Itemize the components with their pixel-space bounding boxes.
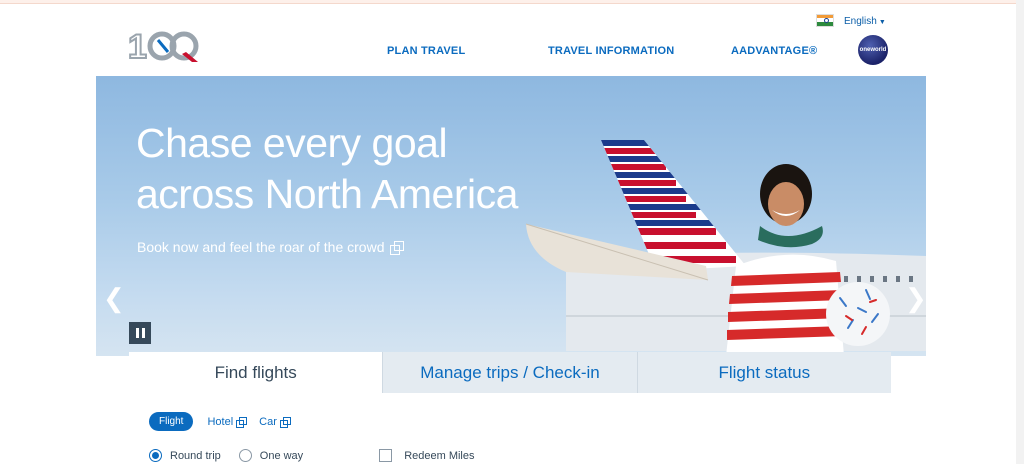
page-scrollbar[interactable]	[1016, 0, 1024, 464]
booking-widget: Find flights Manage trips / Check-in Fli…	[129, 352, 891, 464]
external-link-icon	[390, 241, 405, 255]
carousel-prev-icon[interactable]: ❮	[103, 283, 125, 314]
booking-type-selector: Flight Hotel Car	[149, 412, 291, 431]
tab-manage-trips[interactable]: Manage trips / Check-in	[382, 352, 637, 393]
one-way-option[interactable]: One way	[238, 449, 303, 462]
language-selector[interactable]: English ▼	[816, 11, 886, 29]
round-trip-label[interactable]: Round trip	[170, 450, 221, 462]
trip-options: Round trip One way Redeem Miles	[149, 449, 475, 462]
top-border	[0, 0, 1024, 4]
redeem-miles-checkbox[interactable]	[379, 449, 393, 462]
one-way-radio[interactable]	[238, 449, 252, 462]
oneworld-logo[interactable]: oneworld	[858, 35, 888, 65]
caret-down-icon: ▼	[878, 19, 886, 26]
external-link-icon	[279, 417, 291, 428]
hero-headline-line1: Chase every goal	[136, 120, 448, 166]
round-trip-option[interactable]: Round trip	[149, 449, 221, 462]
oneworld-label: oneworld	[859, 47, 887, 53]
hero-banner[interactable]: Chase every goal across North America Bo…	[96, 76, 926, 356]
subtab-hotel[interactable]: Hotel	[207, 416, 248, 428]
one-way-label[interactable]: One way	[260, 450, 303, 462]
redeem-miles-option[interactable]: Redeem Miles	[379, 449, 475, 462]
tab-flight-status[interactable]: Flight status	[636, 352, 891, 393]
round-trip-radio[interactable]	[149, 449, 162, 462]
hero-headline: Chase every goal across North America	[136, 118, 606, 220]
tab-find-flights[interactable]: Find flights	[129, 352, 383, 393]
hero-headline-line2: across North America	[136, 171, 518, 217]
subtab-hotel-label[interactable]: Hotel	[207, 416, 233, 428]
redeem-miles-label[interactable]: Redeem Miles	[404, 450, 474, 462]
hero-subline-link[interactable]: Book now and feel the roar of the crowd	[137, 239, 405, 255]
language-label[interactable]: English	[844, 16, 877, 27]
subtab-car-label[interactable]: Car	[259, 416, 277, 428]
nav-plan-travel[interactable]: PLAN TRAVEL	[387, 45, 465, 57]
external-link-icon	[236, 417, 248, 428]
subtab-flight[interactable]: Flight	[149, 412, 194, 431]
nav-travel-information[interactable]: TRAVEL INFORMATION	[548, 45, 674, 57]
nav-aadvantage[interactable]: AADVANTAGE®	[731, 45, 817, 57]
svg-text:1: 1	[128, 28, 147, 64]
hero-subline-text[interactable]: Book now and feel the roar of the crowd	[137, 239, 384, 255]
aa-100-logo[interactable]: 1	[128, 28, 202, 64]
pause-icon[interactable]	[129, 322, 151, 344]
booking-tabs: Find flights Manage trips / Check-in Fli…	[129, 352, 891, 393]
india-flag-icon	[816, 13, 834, 27]
subtab-car[interactable]: Car	[259, 416, 291, 428]
carousel-next-icon[interactable]: ❯	[905, 283, 927, 314]
